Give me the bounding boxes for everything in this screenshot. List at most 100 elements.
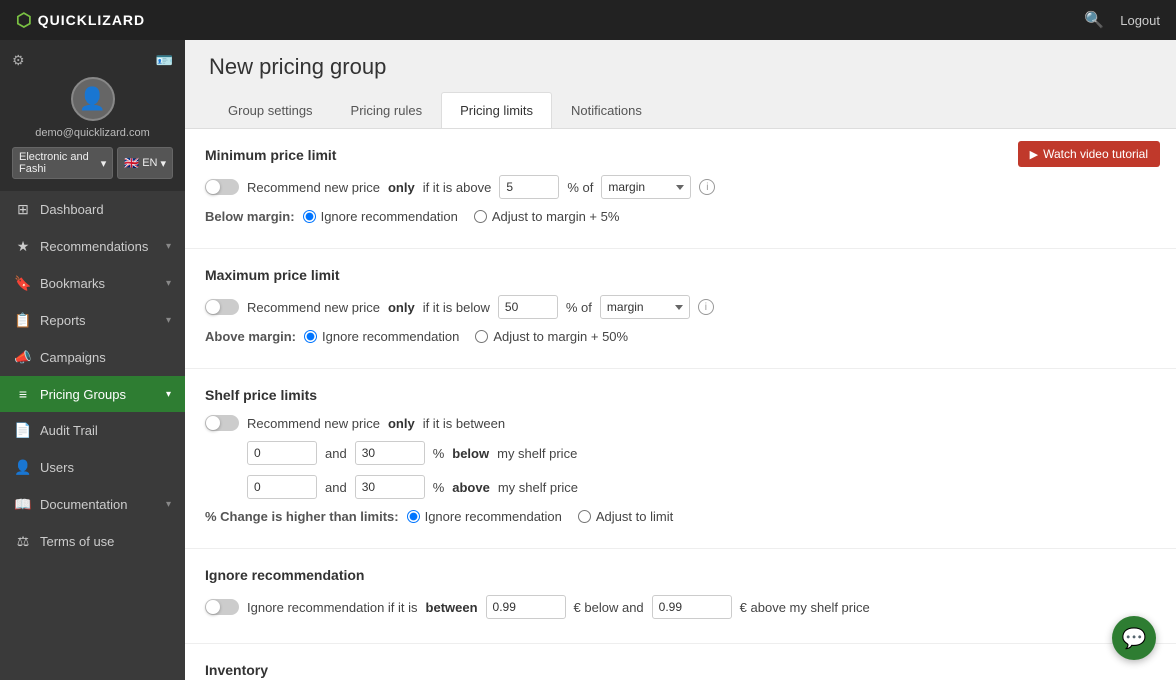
logo-text: QUICKLIZARD	[38, 12, 145, 28]
main-header: New pricing group Group settings Pricing…	[185, 40, 1176, 128]
sidebar-item-reports[interactable]: 📋 Reports ▾	[0, 302, 185, 339]
sidebar-item-label: Users	[40, 460, 74, 475]
change-higher-ignore-radio[interactable]: Ignore recommendation	[407, 509, 562, 524]
max-price-input[interactable]	[498, 295, 558, 319]
shelf-price-toggle[interactable]	[205, 415, 239, 431]
below-margin-row: Below margin: Ignore recommendation Adju…	[205, 209, 1156, 224]
avatar: 👤	[71, 77, 115, 121]
tab-notifications[interactable]: Notifications	[552, 92, 661, 128]
chevron-icon: ▾	[166, 389, 171, 400]
inventory-title: Inventory	[205, 662, 1156, 678]
percent-of-text: % of	[566, 300, 592, 315]
max-price-margin-select[interactable]: margin cost list price	[600, 295, 690, 319]
below-shelf-text: %	[433, 446, 445, 461]
info-icon[interactable]: i	[698, 299, 714, 315]
change-higher-label: % Change is higher than limits:	[205, 509, 399, 524]
below-bold-text: below	[452, 446, 489, 461]
change-higher-adjust-radio[interactable]: Adjust to limit	[578, 509, 673, 524]
sidebar-item-bookmarks[interactable]: 🔖 Bookmarks ▾	[0, 265, 185, 302]
ignore-recommendation-title: Ignore recommendation	[205, 567, 1156, 583]
sidebar-item-audit-trail[interactable]: 📄 Audit Trail	[0, 412, 185, 449]
above-margin-adjust-radio[interactable]: Adjust to margin + 50%	[475, 329, 628, 344]
logo[interactable]: ⬡ QUICKLIZARD	[16, 10, 145, 31]
max-price-toggle[interactable]	[205, 299, 239, 315]
sidebar-item-pricing-groups[interactable]: ≡ Pricing Groups ▾	[0, 376, 185, 412]
ignore-rec-text-1: Ignore recommendation if it is	[247, 600, 418, 615]
ignore-rec-below-input[interactable]	[486, 595, 566, 619]
sidebar-item-documentation[interactable]: 📖 Documentation ▾	[0, 486, 185, 523]
recommendations-icon: ★	[14, 238, 32, 255]
users-icon: 👤	[14, 459, 32, 476]
sidebar-profile-top: ⚙ 🪪	[12, 52, 173, 69]
euro-below-text: € below and	[574, 600, 644, 615]
sidebar-item-dashboard[interactable]: ⊞ Dashboard	[0, 191, 185, 228]
shelf-below-input-1[interactable]	[247, 441, 317, 465]
pricing-groups-icon: ≡	[14, 386, 32, 402]
tab-pricing-limits[interactable]: Pricing limits	[441, 92, 552, 128]
search-icon[interactable]: 🔍	[1084, 10, 1104, 30]
min-price-margin-select[interactable]: margin cost list price	[601, 175, 691, 199]
below-margin-label: Below margin:	[205, 209, 295, 224]
chevron-icon: ▾	[166, 315, 171, 326]
sidebar-profile: ⚙ 🪪 👤 demo@quicklizard.com Electronic an…	[0, 40, 185, 191]
reports-icon: 📋	[14, 312, 32, 329]
bookmarks-icon: 🔖	[14, 275, 32, 292]
shelf-price-row: Recommend new price only if it is betwee…	[205, 415, 1156, 431]
shelf-below-input-2[interactable]	[355, 441, 425, 465]
recommend-text-2: if it is above	[423, 180, 492, 195]
sidebar-item-label: Campaigns	[40, 350, 106, 365]
my-shelf-text-2: my shelf price	[498, 480, 578, 495]
sidebar-item-recommendations[interactable]: ★ Recommendations ▾	[0, 228, 185, 265]
ignore-rec-toggle[interactable]	[205, 599, 239, 615]
campaigns-icon: 📣	[14, 349, 32, 366]
min-price-row: Recommend new price only if it is above …	[205, 175, 1156, 199]
recommend-text-1: Recommend new price	[247, 300, 380, 315]
tab-group-settings[interactable]: Group settings	[209, 92, 332, 128]
chat-button[interactable]: 💬	[1112, 616, 1156, 660]
minimum-price-limit-title: Minimum price limit	[205, 147, 1156, 163]
topbar: ⬡ QUICKLIZARD 🔍 Logout	[0, 0, 1176, 40]
above-margin-ignore-radio[interactable]: Ignore recommendation	[304, 329, 459, 344]
sidebar-item-label: Recommendations	[40, 239, 148, 254]
sidebar: ⚙ 🪪 👤 demo@quicklizard.com Electronic an…	[0, 40, 185, 680]
sidebar-item-terms-of-use[interactable]: ⚖ Terms of use	[0, 523, 185, 560]
shelf-below-row: and % below my shelf price	[205, 441, 1156, 465]
logo-icon: ⬡	[16, 10, 32, 31]
shelf-above-input-1[interactable]	[247, 475, 317, 499]
my-shelf-text: my shelf price	[497, 446, 577, 461]
content-area: ▶ Watch video tutorial Minimum price lim…	[185, 128, 1176, 680]
watch-video-button[interactable]: ▶ Watch video tutorial	[1018, 141, 1160, 167]
ignore-rec-above-input[interactable]	[652, 595, 732, 619]
sidebar-item-campaigns[interactable]: 📣 Campaigns	[0, 339, 185, 376]
below-margin-ignore-radio[interactable]: Ignore recommendation	[303, 209, 458, 224]
sidebar-nav: ⊞ Dashboard ★ Recommendations ▾ 🔖 Bookma…	[0, 191, 185, 680]
info-icon[interactable]: i	[699, 179, 715, 195]
min-price-toggle[interactable]	[205, 179, 239, 195]
percent-of-text: % of	[567, 180, 593, 195]
sidebar-item-users[interactable]: 👤 Users	[0, 449, 185, 486]
recommend-text-1: Recommend new price	[247, 180, 380, 195]
above-shelf-text: %	[433, 480, 445, 495]
shelf-above-input-2[interactable]	[355, 475, 425, 499]
chevron-icon: ▾	[166, 278, 171, 289]
card-icon[interactable]: 🪪	[156, 52, 173, 69]
main-content: New pricing group Group settings Pricing…	[185, 40, 1176, 680]
min-price-input[interactable]	[499, 175, 559, 199]
store-selector[interactable]: Electronic and Fashi ▾	[12, 147, 113, 179]
page-title: New pricing group	[209, 54, 1152, 80]
shelf-above-row: and % above my shelf price	[205, 475, 1156, 499]
shelf-recommend-text: Recommend new price	[247, 416, 380, 431]
euro-above-text: € above my shelf price	[740, 600, 870, 615]
logout-button[interactable]: Logout	[1120, 13, 1160, 28]
above-margin-radio-group: Ignore recommendation Adjust to margin +…	[304, 329, 628, 344]
sidebar-item-label: Dashboard	[40, 202, 104, 217]
below-margin-adjust-radio[interactable]: Adjust to margin + 5%	[474, 209, 620, 224]
settings-icon[interactable]: ⚙	[12, 52, 25, 69]
sidebar-item-label: Pricing Groups	[40, 387, 126, 402]
language-selector[interactable]: 🇬🇧 EN ▾	[117, 147, 173, 179]
change-higher-row: % Change is higher than limits: Ignore r…	[205, 509, 1156, 524]
tab-pricing-rules[interactable]: Pricing rules	[332, 92, 442, 128]
max-price-row: Recommend new price only if it is below …	[205, 295, 1156, 319]
sidebar-item-label: Reports	[40, 313, 86, 328]
only-text: only	[388, 416, 415, 431]
